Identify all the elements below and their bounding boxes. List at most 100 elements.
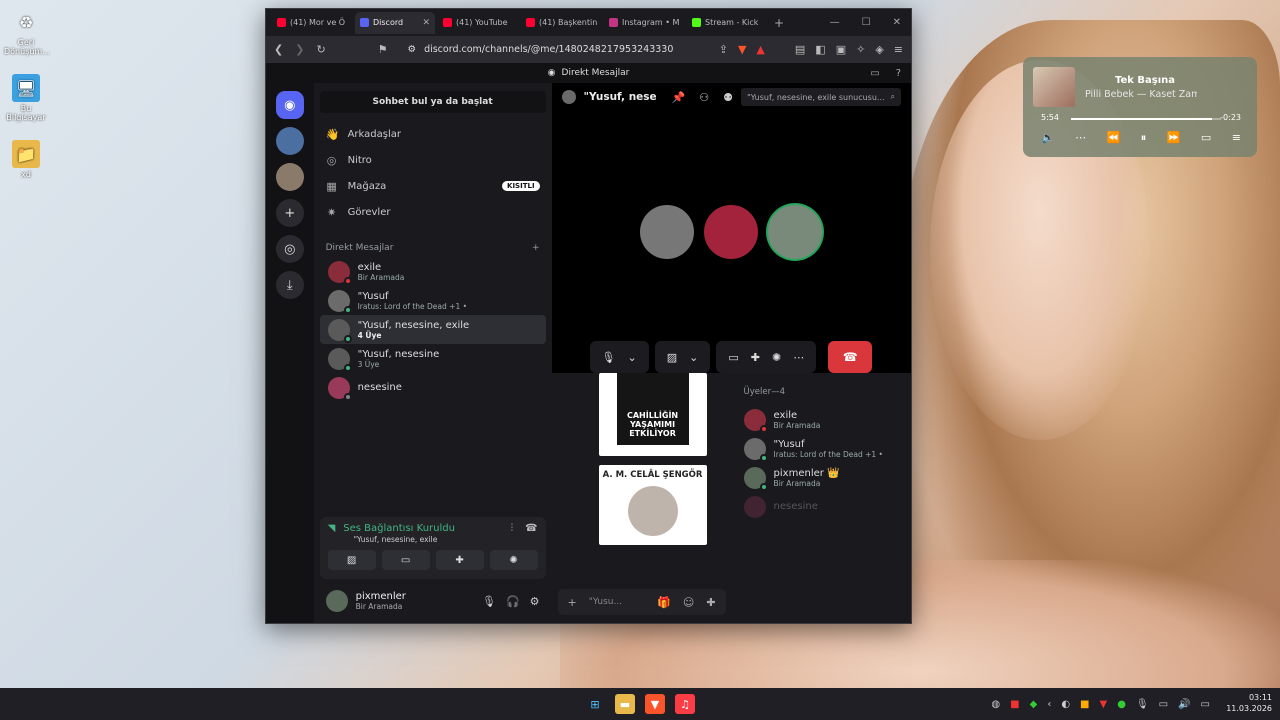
disconnect-icon[interactable]: ☎ — [525, 523, 537, 534]
tray-icon[interactable]: ◆ — [1030, 699, 1038, 710]
tray-icon[interactable]: ◐ — [1061, 699, 1070, 710]
tray-icon[interactable]: ▼ — [1100, 699, 1108, 710]
desktop-icon-folder[interactable]: 📁 xd — [4, 140, 48, 179]
add-dm-icon[interactable]: + — [532, 243, 540, 253]
minimize-icon[interactable]: — — [830, 17, 840, 28]
camera-off-button[interactable]: ▨ — [327, 550, 376, 570]
file-explorer-icon[interactable]: ▬ — [615, 694, 635, 714]
next-icon[interactable]: ⏩ — [1167, 131, 1181, 145]
download-icon[interactable]: ⤓ — [275, 271, 304, 299]
members-icon[interactable]: ⚉ — [723, 91, 733, 104]
close-tab-icon[interactable]: ✕ — [422, 18, 430, 28]
member-item-offline[interactable]: nesesine — [743, 492, 899, 521]
url-field[interactable]: ⚙ discord.com/channels/@me/1480248217953… — [400, 40, 707, 60]
clock[interactable]: 03:11 11.03.2026 — [1226, 692, 1272, 714]
find-conversation-button[interactable]: Sohbet bul ya da başlat — [319, 91, 546, 113]
close-window-icon[interactable]: ✕ — [893, 17, 901, 28]
pause-icon[interactable]: ⏸ — [1141, 131, 1147, 145]
soundboard-icon[interactable]: ✺ — [772, 351, 781, 364]
dm-item[interactable]: "Yusuf Iratus: Lord of the Dead +1 • — [320, 286, 546, 315]
brave-shield-icon[interactable]: ▼ — [738, 43, 746, 56]
forward-icon[interactable]: ❯ — [295, 43, 304, 56]
lyrics-icon[interactable]: ▭ — [1201, 131, 1211, 145]
settings-icon[interactable]: ⚙ — [530, 595, 540, 608]
sidebar-icon[interactable]: ◧ — [815, 43, 825, 56]
new-tab-button[interactable]: + — [774, 16, 784, 30]
member-item[interactable]: exile Bir Aramada — [743, 405, 899, 434]
search-input[interactable]: "Yusuf, nesesine, exile sunucusu... ⌕ — [741, 88, 901, 106]
more-icon[interactable]: ⋯ — [1075, 131, 1086, 145]
desktop-icon-this-pc[interactable]: 🖥 Bu Bilgisayar — [4, 74, 48, 122]
avatar[interactable] — [325, 590, 348, 612]
volume-icon[interactable]: 🔊 — [1178, 699, 1190, 710]
wallet-icon[interactable]: ▣ — [836, 43, 846, 56]
reader-icon[interactable]: ▤ — [795, 43, 805, 56]
vpn-icon[interactable]: ◈ — [875, 43, 883, 56]
dm-item-active[interactable]: "Yusuf, nesesine, exile 4 Üye — [319, 315, 546, 344]
screen-share-button[interactable]: ▭ — [381, 550, 430, 570]
participant-avatar[interactable] — [639, 205, 694, 259]
participant-avatar[interactable] — [703, 205, 758, 259]
tab-kick[interactable]: Stream - Kick — [687, 12, 767, 34]
previous-icon[interactable]: ⏪ — [1107, 131, 1121, 145]
message-input[interactable]: + "Yusu... 🎁 ☺ ✚ — [557, 589, 726, 615]
gift-icon[interactable]: 🎁 — [657, 596, 671, 609]
share-icon[interactable]: ⇪ — [719, 43, 728, 56]
site-info-icon[interactable]: ⚙ — [408, 44, 417, 55]
hang-up-button[interactable]: ☎ — [828, 341, 873, 373]
microphone-icon[interactable]: 🎙 — [482, 595, 496, 608]
tray-icon[interactable]: ◍ — [991, 699, 1000, 710]
add-friends-icon[interactable]: ⚇ — [699, 91, 709, 104]
dm-item[interactable]: exile Bir Aramada — [320, 257, 546, 286]
sidebar-item-shop[interactable]: ▦ Mağaza KISITLI — [314, 173, 552, 199]
apps-icon[interactable]: ✚ — [706, 596, 715, 609]
leo-icon[interactable]: ✧ — [856, 43, 865, 56]
image-attachment[interactable]: A. M. CELÂL ŞENGÖR — [598, 465, 707, 545]
progress-bar[interactable] — [1071, 118, 1221, 120]
activities-button[interactable]: ✚ — [435, 550, 484, 570]
voice-status[interactable]: Ses Bağlantısı Kuruldu — [343, 523, 455, 534]
more-icon[interactable]: ⋯ — [793, 351, 804, 364]
back-icon[interactable]: ❮ — [274, 43, 283, 56]
soundboard-button[interactable]: ✺ — [489, 550, 538, 570]
camera-off-icon[interactable]: ▨ — [667, 351, 677, 364]
network-icon[interactable]: ▭ — [1159, 699, 1168, 710]
activities-icon[interactable]: ✚ — [751, 351, 760, 364]
help-icon[interactable]: ? — [896, 68, 901, 79]
discover-icon[interactable]: ◎ — [275, 235, 304, 263]
dm-item[interactable]: nesesine — [320, 373, 546, 402]
tray-icon[interactable]: ● — [1117, 699, 1126, 710]
sidebar-item-nitro[interactable]: ◎ Nitro — [314, 147, 552, 173]
home-button[interactable]: ◉ — [275, 91, 304, 119]
volume-icon[interactable]: 🔈 — [1041, 131, 1055, 145]
member-item[interactable]: pixmenler 👑 Bir Aramada — [743, 463, 899, 492]
member-item[interactable]: "Yusuf Iratus: Lord of the Dead +1 • — [743, 434, 899, 463]
desktop-icon-recycle-bin[interactable]: ♻ Geri Dönüşüm... — [4, 8, 50, 57]
tab-instagram[interactable]: Instagram • M — [604, 12, 684, 34]
tray-icon[interactable]: ■ — [1080, 699, 1089, 710]
emoji-icon[interactable]: ☺ — [683, 596, 694, 609]
tray-icon[interactable]: ■ — [1010, 699, 1019, 710]
screen-share-icon[interactable]: ▭ — [728, 351, 738, 364]
battery-icon[interactable]: ▭ — [1201, 699, 1210, 710]
image-attachment[interactable]: CAHİLLİĞİN YAŞAMIMI ETKİLİYOR — [598, 373, 707, 456]
attach-icon[interactable]: + — [568, 596, 577, 609]
chevron-down-icon[interactable]: ⌄ — [628, 351, 637, 364]
inbox-icon[interactable]: ▭ — [870, 68, 879, 79]
menu-icon[interactable]: ≡ — [894, 43, 903, 56]
chevron-up-icon[interactable]: ‹ — [1047, 699, 1051, 710]
headset-icon[interactable]: 🎧 — [506, 595, 520, 608]
server-icon[interactable] — [275, 163, 304, 191]
microphone-icon[interactable]: 🎙 — [1136, 699, 1149, 710]
tab-youtube-1[interactable]: (41) Mor ve Ö — [272, 12, 352, 34]
music-icon[interactable]: ♫ — [675, 694, 695, 714]
sidebar-item-quests[interactable]: ✷ Görevler — [314, 199, 552, 225]
start-icon[interactable]: ⊞ — [585, 694, 605, 714]
add-server-icon[interactable]: + — [275, 199, 304, 227]
chevron-down-icon[interactable]: ⌄ — [689, 351, 698, 364]
microphone-icon[interactable]: 🎙 — [602, 351, 616, 364]
participant-avatar-speaking[interactable] — [767, 205, 822, 259]
reload-icon[interactable]: ↻ — [316, 43, 325, 56]
queue-icon[interactable]: ≡ — [1232, 131, 1241, 145]
sidebar-item-friends[interactable]: 👋 Arkadaşlar — [314, 121, 552, 147]
